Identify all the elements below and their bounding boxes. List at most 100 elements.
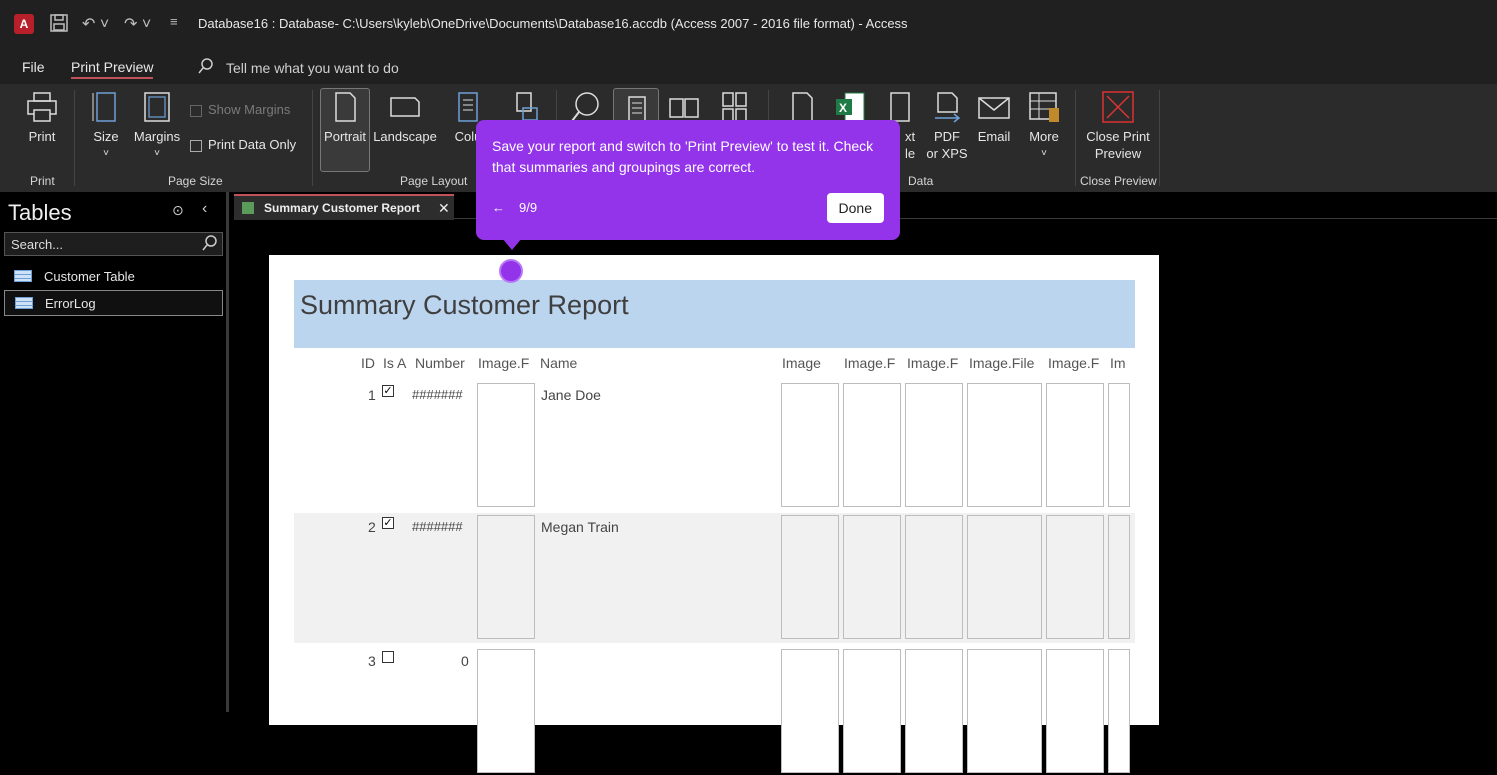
- portrait-button[interactable]: Portrait: [322, 90, 368, 145]
- columns-icon: [458, 92, 478, 122]
- cell-name: Jane Doe: [541, 387, 601, 403]
- search-placeholder: Search...: [11, 237, 64, 252]
- cell-name: Megan Train: [541, 519, 619, 535]
- chevron-down-icon: ˅: [1041, 148, 1047, 159]
- print-button[interactable]: Print: [22, 90, 62, 145]
- image-field: [967, 383, 1042, 507]
- checkbox-icon: [190, 104, 202, 117]
- nav-menu-dropdown-icon[interactable]: ⊙: [172, 202, 184, 219]
- cell-id: 2: [368, 519, 376, 535]
- image-field: [843, 649, 901, 773]
- redo-icon[interactable]: ↷ ˅: [124, 14, 151, 34]
- margins-button[interactable]: Margins ˅: [132, 90, 182, 162]
- image-field: [843, 515, 901, 639]
- tour-message: Save your report and switch to 'Print Pr…: [492, 138, 874, 175]
- document-tab-label: Summary Customer Report: [264, 201, 421, 215]
- email-button[interactable]: Email: [974, 90, 1014, 145]
- column-header: Image.F: [844, 355, 896, 371]
- collapse-pane-icon[interactable]: ‹: [202, 200, 207, 218]
- image-field: [477, 515, 535, 639]
- tab-print-preview[interactable]: Print Preview: [71, 59, 154, 79]
- column-header: Is A: [383, 355, 407, 371]
- nav-item-errorlog[interactable]: ErrorLog: [4, 290, 223, 316]
- cell-number: 0: [461, 653, 469, 669]
- close-tab-icon[interactable]: ✕: [438, 200, 450, 217]
- undo-icon[interactable]: ↶ ˅: [82, 14, 109, 34]
- chevron-down-icon: ˅: [103, 148, 109, 159]
- page-size-icon: [92, 92, 116, 122]
- nav-item-label: ErrorLog: [45, 295, 96, 311]
- image-field: [477, 383, 535, 507]
- landscape-button[interactable]: Landscape: [373, 90, 437, 145]
- printer-icon: [27, 92, 57, 122]
- table-row: 3 0: [294, 645, 1135, 775]
- column-header: Name: [540, 355, 578, 371]
- table-icon: [14, 270, 32, 282]
- two-pages-icon: [669, 98, 699, 118]
- tour-navigation: ← 9/9: [492, 200, 537, 215]
- image-field: [1046, 515, 1104, 639]
- pdf-label-2: or XPS: [926, 146, 968, 161]
- print-data-only-checkbox[interactable]: Print Data Only: [190, 137, 296, 152]
- tour-hotspot-dot: [499, 259, 523, 283]
- show-margins-checkbox[interactable]: Show Margins: [190, 102, 290, 117]
- print-label: Print: [28, 129, 56, 144]
- tell-me-label: Tell me what you want to do: [226, 59, 399, 76]
- image-field: [781, 383, 839, 507]
- cell-id: 3: [368, 653, 376, 669]
- table-icon: [15, 297, 33, 309]
- done-button[interactable]: Done: [826, 193, 884, 223]
- divider: [74, 90, 75, 186]
- report-header: Summary Customer Report: [294, 280, 1135, 348]
- show-margins-label: Show Margins: [208, 102, 291, 117]
- image-field: [1046, 649, 1104, 773]
- image-field: [477, 649, 535, 773]
- close-preview-icon: [1102, 91, 1134, 123]
- search-icon: [202, 235, 218, 254]
- more-pages-icon: [722, 92, 747, 123]
- tell-me-search[interactable]: Tell me what you want to do: [198, 58, 399, 77]
- tab-file[interactable]: File: [22, 59, 45, 75]
- table-row: 2 ✓ ####### Megan Train: [294, 513, 1135, 643]
- column-header: Image: [782, 355, 821, 371]
- magnifier-icon: [571, 92, 599, 122]
- cell-number: #######: [412, 387, 463, 402]
- landscape-label: Landscape: [373, 129, 437, 144]
- text-file-icon: [890, 92, 910, 122]
- size-button[interactable]: Size ˅: [88, 90, 124, 162]
- close-print-preview-button[interactable]: Close Print Preview: [1084, 90, 1152, 162]
- pdf-xps-button[interactable]: PDF or XPS: [924, 90, 970, 162]
- report-icon: [242, 202, 254, 214]
- group-label-print: Print: [30, 174, 55, 188]
- image-field: [905, 649, 963, 773]
- more-button[interactable]: More ˅: [1024, 90, 1064, 162]
- more-label: More: [1029, 129, 1059, 144]
- image-field: [1108, 383, 1130, 507]
- back-arrow-icon[interactable]: ←: [492, 200, 505, 215]
- report-title: Summary Customer Report: [300, 290, 629, 320]
- portrait-icon: [335, 92, 356, 122]
- customize-toolbar-icon[interactable]: ≡: [170, 14, 178, 29]
- document-tab[interactable]: Summary Customer Report ✕: [234, 194, 454, 220]
- portrait-label: Portrait: [324, 129, 366, 144]
- group-label-page-size: Page Size: [168, 174, 223, 188]
- column-header: ID: [361, 355, 375, 371]
- nav-item-label: Customer Table: [44, 268, 135, 284]
- pdf-icon: [935, 92, 961, 123]
- column-header: Image.F: [1048, 355, 1100, 371]
- nav-search-input[interactable]: Search...: [4, 232, 223, 256]
- nav-item-customer-table[interactable]: Customer Table: [4, 263, 223, 289]
- save-icon[interactable]: [50, 14, 68, 37]
- image-field: [1108, 649, 1130, 773]
- chevron-down-icon: ˅: [154, 148, 160, 159]
- image-field: [1108, 515, 1130, 639]
- tour-tooltip: Save your report and switch to 'Print Pr…: [476, 120, 900, 250]
- cell-number: #######: [412, 519, 463, 534]
- column-header: Image.F: [478, 355, 530, 371]
- group-label-page-layout: Page Layout: [400, 174, 468, 188]
- column-header: Number: [415, 355, 465, 371]
- excel-icon: X: [836, 92, 865, 122]
- column-header: Image.F: [907, 355, 959, 371]
- divider: [312, 90, 313, 186]
- margins-label: Margins: [133, 129, 181, 144]
